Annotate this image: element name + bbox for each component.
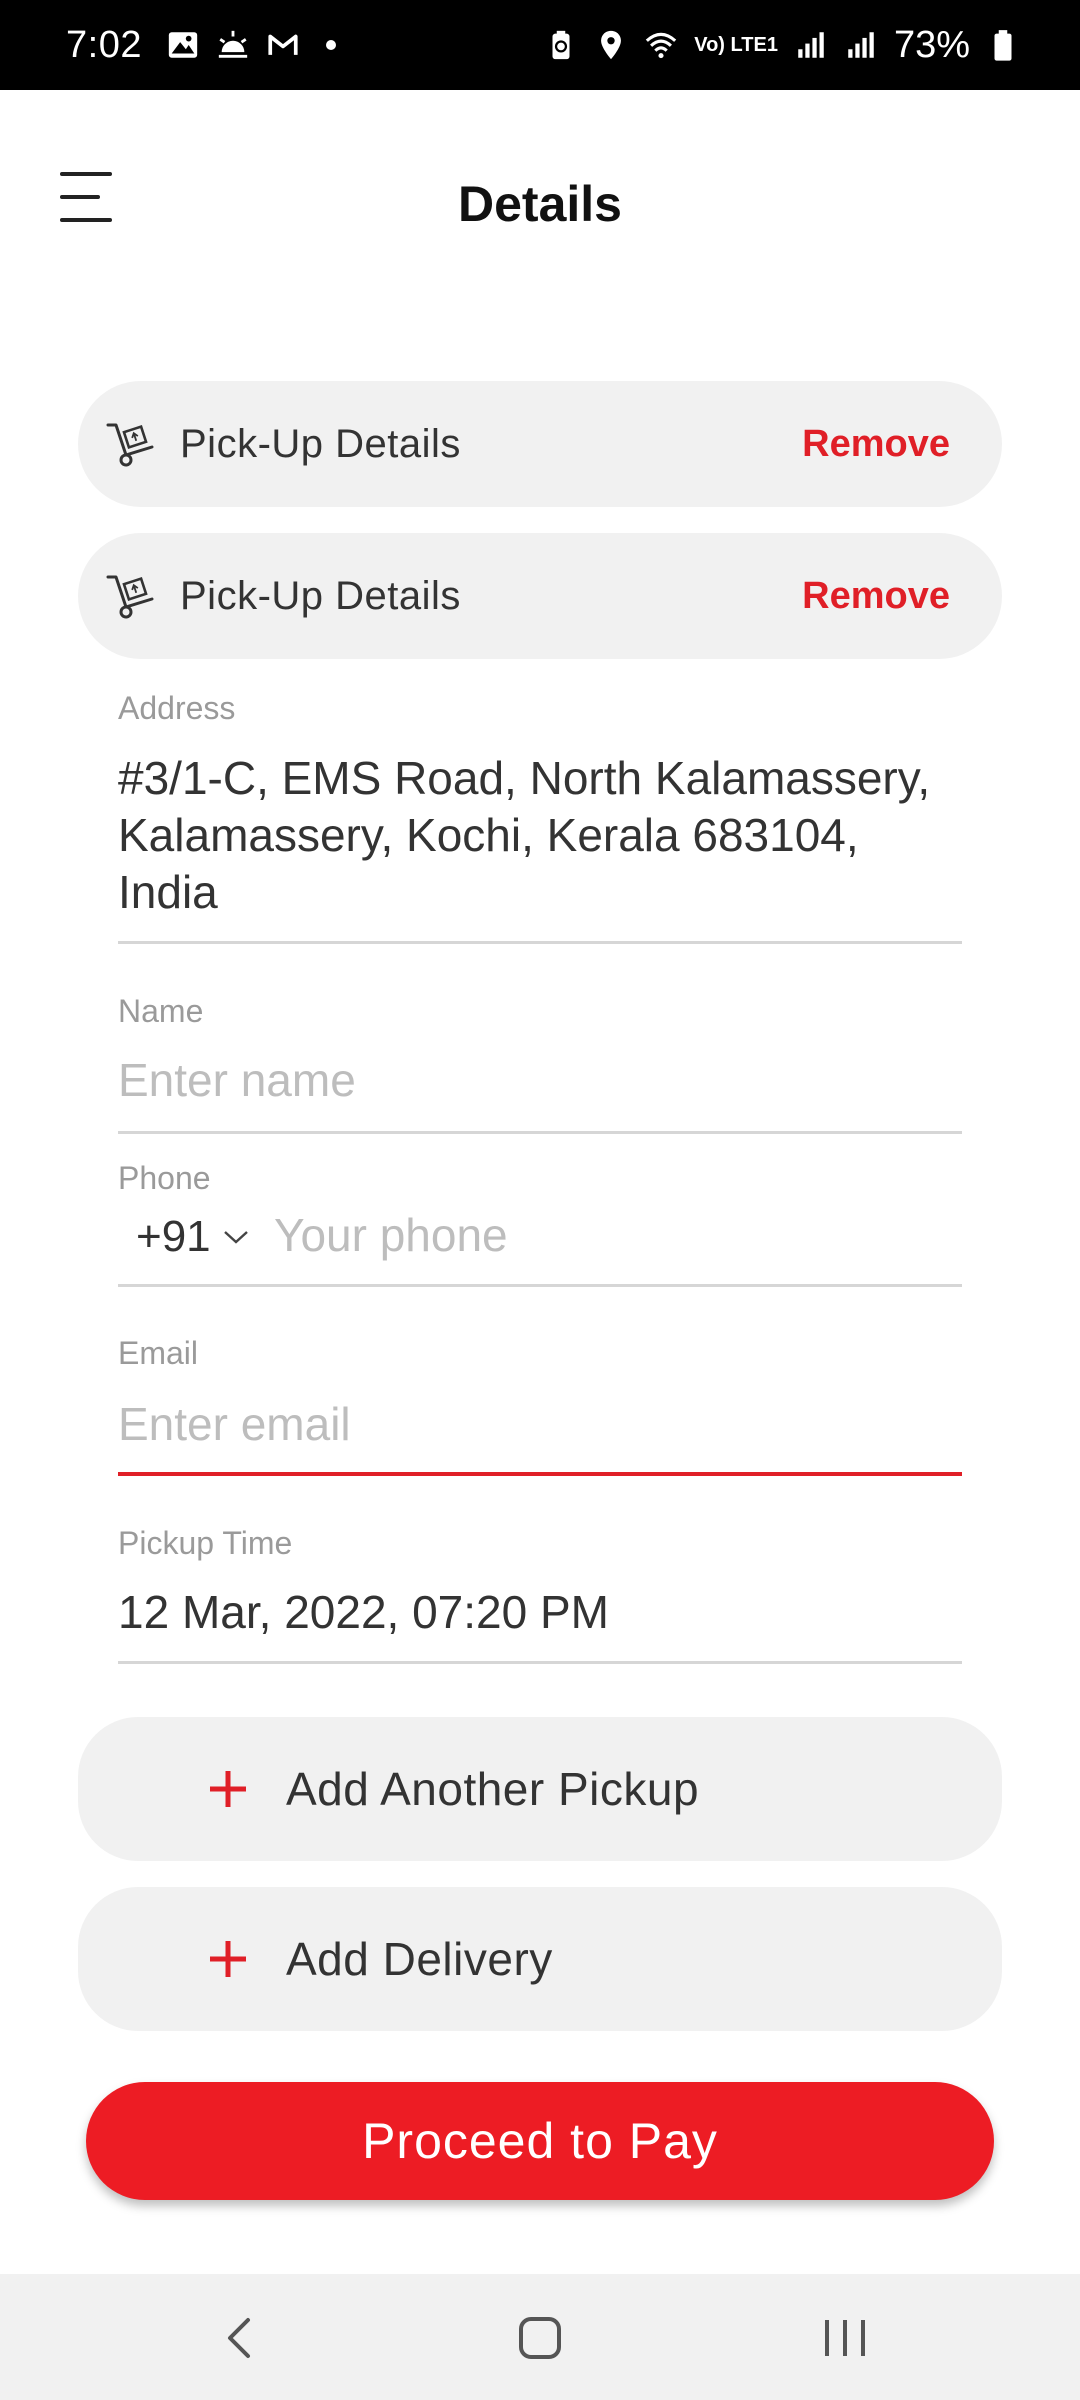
email-underline (118, 1472, 962, 1476)
status-bar: 7:02 Vo) LTE1 73% (0, 0, 1080, 90)
add-another-pickup-label: Add Another Pickup (286, 1763, 700, 1815)
name-underline (118, 1131, 962, 1134)
add-delivery-label: Add Delivery (286, 1933, 553, 1985)
remove-pickup-button[interactable]: Remove (802, 423, 950, 466)
phone-underline (118, 1284, 962, 1287)
add-another-pickup-button[interactable]: Add Another Pickup (78, 1717, 1002, 1861)
recents-icon[interactable] (815, 2312, 875, 2364)
gmail-icon (268, 34, 298, 55)
address-underline (118, 941, 962, 944)
battery-icon (994, 30, 1012, 61)
status-left: 7:02 (66, 24, 336, 67)
name-input[interactable] (118, 1050, 962, 1110)
system-nav-bar (0, 2274, 1080, 2400)
plus-icon (210, 1941, 246, 1977)
hand-truck-icon (106, 423, 154, 467)
country-code-value: +91 (136, 1212, 211, 1261)
battery-saver-icon (552, 30, 570, 60)
phone-label: Phone (118, 1160, 211, 1196)
app-header: Details (0, 90, 1080, 320)
email-input[interactable] (118, 1394, 962, 1454)
notification-dot (325, 40, 336, 50)
page-title: Details (458, 176, 622, 232)
country-code-selector[interactable]: +91 (136, 1212, 249, 1262)
address-label: Address (118, 690, 236, 726)
plus-icon (210, 1771, 246, 1807)
remove-pickup-button[interactable]: Remove (802, 575, 950, 618)
pickup-time-label: Pickup Time (118, 1525, 293, 1561)
name-label: Name (118, 993, 204, 1029)
status-time: 7:02 (66, 23, 142, 66)
home-icon[interactable] (510, 2312, 570, 2364)
pickup-time-value[interactable]: 12 Mar, 2022, 07:20 PM (118, 1584, 962, 1641)
add-delivery-button[interactable]: Add Delivery (78, 1887, 1002, 2031)
weather-icon (218, 30, 248, 58)
back-icon[interactable] (210, 2312, 270, 2364)
email-label: Email (118, 1335, 199, 1371)
gallery-icon (168, 32, 198, 58)
battery-percentage: 73% (893, 23, 970, 66)
pickup-card-title: Pick-Up Details (180, 573, 461, 618)
hand-truck-icon (106, 575, 154, 619)
pickup-details-card[interactable]: Pick-Up Details Remove (78, 381, 1002, 507)
pickup-details-card[interactable]: Pick-Up Details Remove (78, 533, 1002, 659)
pickup-card-title: Pick-Up Details (180, 421, 461, 466)
signal-icon (848, 32, 874, 58)
chevron-down-icon (223, 1231, 248, 1244)
status-right: Vo) LTE1 73% (544, 24, 1020, 67)
signal-icon (798, 32, 824, 58)
wifi-icon (646, 32, 677, 59)
address-value[interactable]: #3/1-C, EMS Road, North Kalamassery, Kal… (118, 750, 962, 921)
phone-input[interactable] (274, 1205, 962, 1265)
lte-label: Vo) LTE1 (694, 34, 778, 56)
pickup-time-underline (118, 1661, 962, 1664)
location-icon (601, 30, 622, 60)
proceed-to-pay-button[interactable]: Proceed to Pay (86, 2082, 994, 2200)
